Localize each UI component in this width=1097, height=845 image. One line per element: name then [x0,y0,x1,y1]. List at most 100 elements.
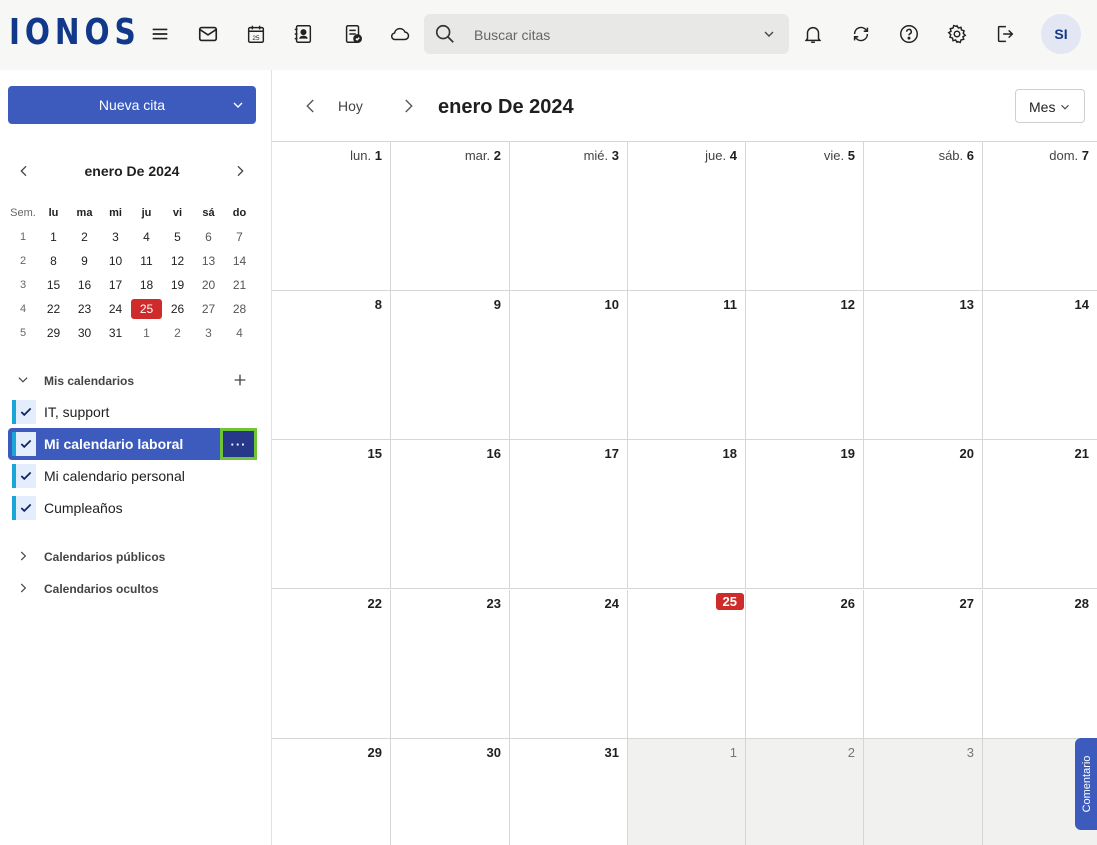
mini-day[interactable]: 6 [193,227,224,247]
day-cell[interactable]: vie. 5 [746,142,864,291]
day-cell[interactable]: 8 [272,291,391,440]
checkbox[interactable] [16,464,36,488]
day-cell[interactable]: sáb. 6 [864,142,983,291]
mini-day[interactable]: 20 [193,275,224,295]
day-cell[interactable]: 20 [864,440,983,589]
mini-day[interactable]: 2 [162,323,193,343]
today-button[interactable]: Hoy [338,98,363,114]
day-cell[interactable]: 10 [510,291,628,440]
chevron-down-icon[interactable] [1058,100,1072,114]
contacts-icon[interactable] [289,20,317,48]
gear-icon[interactable] [943,20,971,48]
mini-day[interactable]: 17 [100,275,131,295]
day-cell[interactable]: dom. 7 [983,142,1097,291]
mini-day[interactable]: 29 [38,323,69,343]
mini-day[interactable]: 30 [69,323,100,343]
day-cell[interactable]: 1 [628,739,746,845]
day-cell[interactable]: 30 [391,739,510,845]
mini-day[interactable]: 3 [193,323,224,343]
cloud-icon[interactable] [386,20,414,48]
day-cell[interactable]: 24 [510,590,628,739]
day-cell[interactable]: 18 [628,440,746,589]
day-cell[interactable]: 15 [272,440,391,589]
mini-day[interactable]: 26 [162,299,193,319]
mini-day[interactable]: 3 [100,227,131,247]
mini-day[interactable]: 2 [69,227,100,247]
day-cell[interactable]: jue. 4 [628,142,746,291]
mini-day[interactable]: 10 [100,251,131,271]
public-calendars-header[interactable]: Calendarios públicos [8,545,256,569]
help-icon[interactable] [895,20,923,48]
checkbox[interactable] [16,400,36,424]
day-cell[interactable]: 11 [628,291,746,440]
mini-day[interactable]: 4 [224,323,255,343]
mini-day-today[interactable]: 25 [131,299,162,319]
day-cell[interactable]: 26 [746,590,864,739]
chevron-down-icon[interactable] [761,26,777,42]
tasks-icon[interactable] [339,20,367,48]
day-cell[interactable]: 9 [391,291,510,440]
mini-day[interactable]: 15 [38,275,69,295]
mini-day[interactable]: 12 [162,251,193,271]
search-input[interactable] [474,24,744,46]
day-cell-today[interactable]: 25 [628,590,746,739]
chevron-down-icon[interactable] [16,373,30,387]
feedback-tab[interactable]: Comentario [1075,738,1097,830]
search-bar[interactable] [424,14,789,54]
day-cell[interactable]: 2 [746,739,864,845]
mini-day[interactable]: 11 [131,251,162,271]
mini-day[interactable]: 19 [162,275,193,295]
mini-day[interactable]: 14 [224,251,255,271]
mini-day[interactable]: 18 [131,275,162,295]
mini-day[interactable]: 22 [38,299,69,319]
chevron-down-icon[interactable] [230,97,246,113]
mini-day[interactable]: 1 [38,227,69,247]
day-cell[interactable]: 3 [864,739,983,845]
day-cell[interactable]: 31 [510,739,628,845]
day-cell[interactable]: lun. 1 [272,142,391,291]
calendar-icon[interactable]: 25 [242,20,270,48]
day-cell[interactable]: 13 [864,291,983,440]
day-cell[interactable]: 28 [983,590,1097,739]
mini-day[interactable]: 7 [224,227,255,247]
menu-icon[interactable] [146,20,174,48]
calendar-item-it-support[interactable]: IT, support [8,396,256,428]
ionos-logo[interactable]: IONOS [9,15,141,51]
mini-day[interactable]: 31 [100,323,131,343]
mini-day[interactable]: 16 [69,275,100,295]
more-options-button[interactable]: ··· [220,428,257,460]
calendar-item-work[interactable]: Mi calendario laboral [8,428,220,460]
day-cell[interactable]: 17 [510,440,628,589]
mini-day[interactable]: 21 [224,275,255,295]
mini-day[interactable]: 23 [69,299,100,319]
mini-day[interactable]: 4 [131,227,162,247]
mini-day[interactable]: 8 [38,251,69,271]
mini-day[interactable]: 24 [100,299,131,319]
mail-icon[interactable] [194,20,222,48]
day-cell[interactable]: mar. 2 [391,142,510,291]
mini-day[interactable]: 5 [162,227,193,247]
mini-day[interactable]: 28 [224,299,255,319]
mini-day[interactable]: 9 [69,251,100,271]
avatar[interactable]: SI [1041,14,1081,54]
mini-day[interactable]: 27 [193,299,224,319]
chevron-right-icon[interactable] [16,549,30,563]
new-appointment-button[interactable]: Nueva cita [8,86,256,124]
logout-icon[interactable] [991,20,1019,48]
day-cell[interactable]: 19 [746,440,864,589]
search-icon[interactable] [434,23,456,45]
chevron-right-icon[interactable] [16,581,30,595]
day-cell[interactable]: 12 [746,291,864,440]
checkbox[interactable] [16,496,36,520]
day-cell[interactable]: 16 [391,440,510,589]
my-calendars-header[interactable]: Mis calendarios [8,369,256,393]
chevron-right-icon[interactable] [232,163,248,179]
view-selector[interactable]: Mes [1015,89,1085,123]
day-cell[interactable]: 27 [864,590,983,739]
mini-day[interactable]: 1 [131,323,162,343]
calendar-item-birthdays[interactable]: Cumpleaños [8,492,256,524]
chevron-left-icon[interactable] [302,97,320,115]
day-cell[interactable]: 14 [983,291,1097,440]
bell-icon[interactable] [799,20,827,48]
day-cell[interactable]: 23 [391,590,510,739]
